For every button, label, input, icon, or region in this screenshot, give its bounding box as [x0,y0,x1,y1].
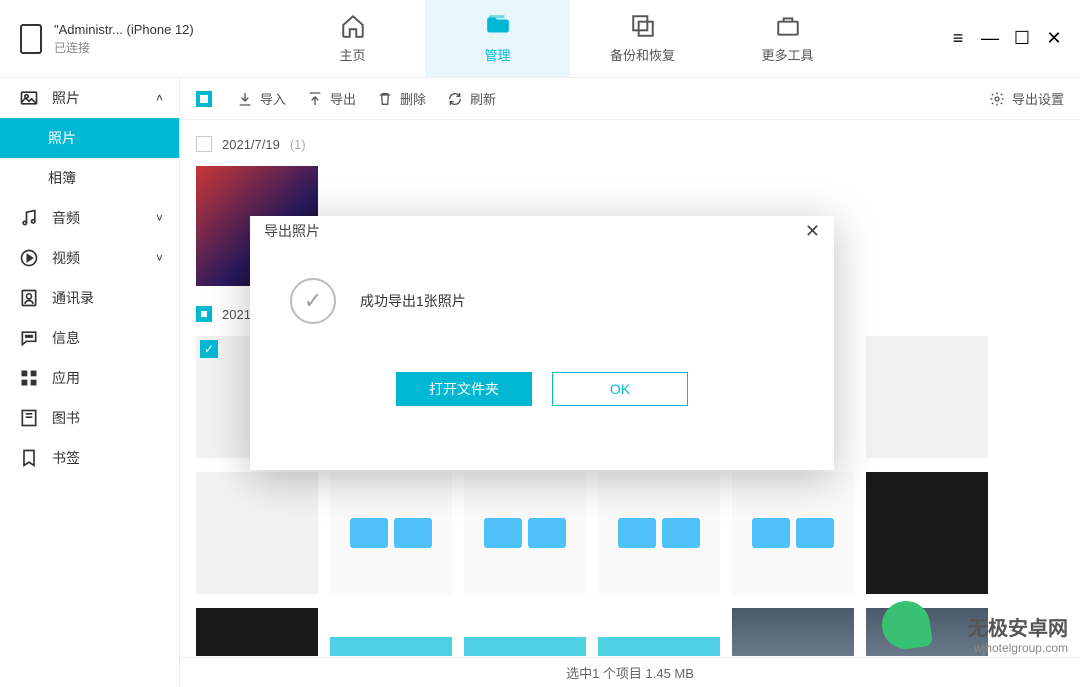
ok-button[interactable]: OK [552,372,688,406]
watermark: 无极安卓网 wjhotelgroup.com [968,612,1068,655]
close-icon[interactable]: ✕ [805,221,820,242]
success-check-icon: ✓ [290,278,336,324]
export-dialog: 导出照片 ✕ ✓ 成功导出1张照片 打开文件夹 OK [250,216,834,470]
dialog-title: 导出照片 [264,221,320,241]
open-folder-label: 打开文件夹 [429,379,499,399]
watermark-line2: wjhotelgroup.com [968,641,1068,655]
dialog-message: 成功导出1张照片 [360,291,466,311]
dialog-header: 导出照片 ✕ [250,216,834,246]
watermark-line1: 无极安卓网 [968,612,1068,641]
modal-backdrop: 导出照片 ✕ ✓ 成功导出1张照片 打开文件夹 OK [0,0,1080,687]
open-folder-button[interactable]: 打开文件夹 [396,372,532,406]
ok-label: OK [610,381,630,397]
